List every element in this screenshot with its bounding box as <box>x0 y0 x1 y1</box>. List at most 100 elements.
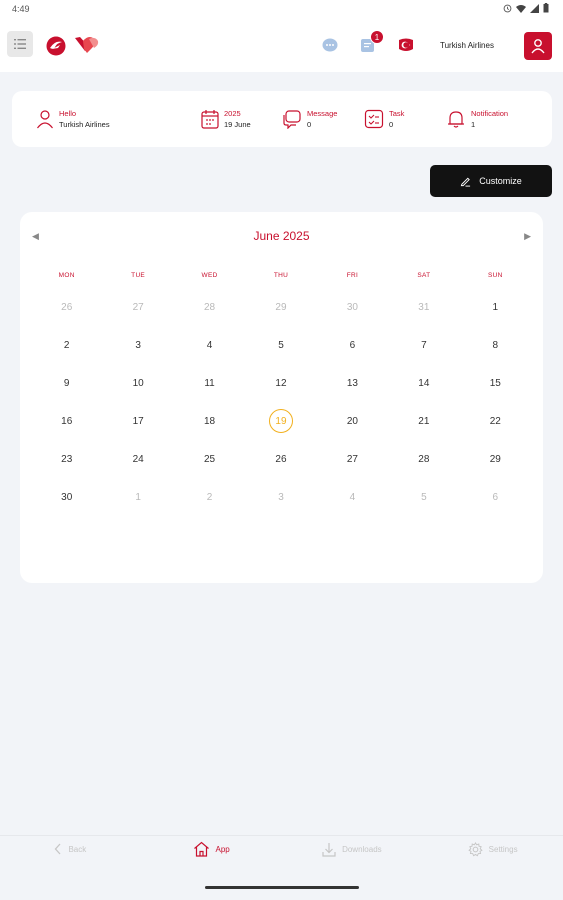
calendar-day-number: 20 <box>346 415 358 427</box>
calendar-day[interactable]: 22 <box>460 409 531 433</box>
weekday-label: WED <box>201 272 218 279</box>
nav-back[interactable]: Back <box>0 836 141 862</box>
calendar-day-number: 26 <box>275 453 287 465</box>
task-item[interactable]: Task 0 <box>364 91 404 147</box>
calendar-day[interactable]: 15 <box>460 371 531 395</box>
calendar-day[interactable]: 26 <box>31 295 102 319</box>
notification-item[interactable]: Notification 1 <box>446 91 508 147</box>
calendar-day[interactable]: 2 <box>174 485 245 509</box>
bottom-navigation: Back App Downloads Settings <box>0 836 563 862</box>
calendar-day[interactable]: 2 <box>31 333 102 357</box>
calendar-day-number: 14 <box>418 377 430 389</box>
calendar-day[interactable]: 20 <box>317 409 388 433</box>
greeting-item: Hello Turkish Airlines <box>36 91 110 147</box>
calendar-day-number: 23 <box>61 453 73 465</box>
gesture-home-bar <box>205 886 359 889</box>
calendar-day-number: 5 <box>421 491 427 503</box>
calendar-day[interactable]: 13 <box>317 371 388 395</box>
calendar-day[interactable]: 11 <box>174 371 245 395</box>
calendar-day[interactable]: 28 <box>174 295 245 319</box>
calendar-day[interactable]: 14 <box>388 371 459 395</box>
calendar-day[interactable]: 28 <box>388 447 459 471</box>
calendar-week-row: 30 1 2 3 4 5 6 <box>31 478 531 516</box>
app-header: 1 Turkish Airlines <box>0 20 563 72</box>
calendar-day-today[interactable]: 19 <box>245 409 316 433</box>
calendar-day[interactable]: 8 <box>460 333 531 357</box>
weekday-header-row: MON TUE WED THU FRI SAT SUN <box>31 272 531 288</box>
calendar-icon <box>201 110 219 129</box>
task-label: Task <box>389 109 405 118</box>
calendar-day[interactable]: 12 <box>245 371 316 395</box>
task-count: 0 <box>389 120 394 129</box>
calendar-day-number: 4 <box>206 339 213 351</box>
calendar-day[interactable]: 3 <box>245 485 316 509</box>
calendar-day-number: 30 <box>346 301 358 313</box>
calendar-day-number: 16 <box>61 415 73 427</box>
calendar-day-number: 27 <box>132 301 144 313</box>
wifi-icon <box>516 4 526 13</box>
home-icon <box>193 841 209 857</box>
signal-icon <box>530 3 539 13</box>
heart-logo <box>71 35 101 60</box>
calendar-day-number: 8 <box>492 339 499 351</box>
calendar-day[interactable]: 21 <box>388 409 459 433</box>
nav-downloads[interactable]: Downloads <box>282 836 423 862</box>
customize-button[interactable]: Customize <box>430 165 552 197</box>
calendar-day[interactable]: 1 <box>460 295 531 319</box>
weekday-label: SAT <box>417 272 431 279</box>
nav-settings[interactable]: Settings <box>422 836 563 862</box>
weekday-label: TUE <box>131 272 146 279</box>
calendar-day[interactable]: 30 <box>31 485 102 509</box>
nav-app[interactable]: App <box>141 836 282 862</box>
calendar-day[interactable]: 29 <box>460 447 531 471</box>
calendar-day[interactable]: 29 <box>245 295 316 319</box>
calendar-day-number: 28 <box>418 453 430 465</box>
calendar-day[interactable]: 4 <box>174 333 245 357</box>
weekday-label: THU <box>273 272 289 279</box>
turkish-flag-icon[interactable] <box>397 36 415 59</box>
menu-button[interactable] <box>7 31 33 57</box>
calendar-grid: MON TUE WED THU FRI SAT SUN 26 27 28 29 30 31 1 2 3 4 5 6… <box>31 272 531 516</box>
calendar-day-number: 1 <box>492 301 499 313</box>
notification-label: Notification <box>471 109 509 118</box>
next-month-button[interactable]: ▶ <box>524 231 531 242</box>
calendar-day[interactable]: 4 <box>317 485 388 509</box>
nav-downloads-label: Downloads <box>342 844 382 854</box>
calendar-week-row: 26 27 28 29 30 31 1 <box>31 288 531 326</box>
calendar-day[interactable]: 7 <box>388 333 459 357</box>
calendar-day[interactable]: 6 <box>317 333 388 357</box>
calendar-day-number: 11 <box>204 377 215 389</box>
calendar-day[interactable]: 25 <box>174 447 245 471</box>
calendar-day[interactable]: 3 <box>102 333 173 357</box>
calendar-day[interactable]: 16 <box>31 409 102 433</box>
calendar-day[interactable]: 5 <box>388 485 459 509</box>
calendar-day[interactable]: 27 <box>317 447 388 471</box>
calendar-day[interactable]: 1 <box>102 485 173 509</box>
calendar-day[interactable]: 5 <box>245 333 316 357</box>
calendar-day-number: 24 <box>132 453 144 465</box>
message-count: 0 <box>307 120 312 129</box>
calendar-day-number: 2 <box>63 339 70 351</box>
calendar-day[interactable]: 10 <box>102 371 173 395</box>
calendar-day-number: 19 <box>268 409 293 433</box>
message-item[interactable]: Message 0 <box>282 91 337 147</box>
calendar-day[interactable]: 27 <box>102 295 173 319</box>
calendar-day[interactable]: 31 <box>388 295 459 319</box>
calendar-day-number: 4 <box>349 491 356 503</box>
chat-icon[interactable] <box>322 38 338 57</box>
calendar-day[interactable]: 24 <box>102 447 173 471</box>
calendar-day[interactable]: 30 <box>317 295 388 319</box>
calendar-day-number: 13 <box>346 377 358 389</box>
calendar-day-number: 6 <box>492 491 499 503</box>
status-time: 4:49 <box>12 4 30 14</box>
calendar-day[interactable]: 9 <box>31 371 102 395</box>
profile-button[interactable] <box>524 32 552 60</box>
calendar-day[interactable]: 6 <box>460 485 531 509</box>
calendar-day[interactable]: 26 <box>245 447 316 471</box>
calendar-day-number: 3 <box>135 339 141 351</box>
date-year: 2025 <box>224 109 241 118</box>
calendar-day[interactable]: 17 <box>102 409 173 433</box>
user-outline-icon <box>37 110 53 129</box>
calendar-day[interactable]: 23 <box>31 447 102 471</box>
calendar-day[interactable]: 18 <box>174 409 245 433</box>
